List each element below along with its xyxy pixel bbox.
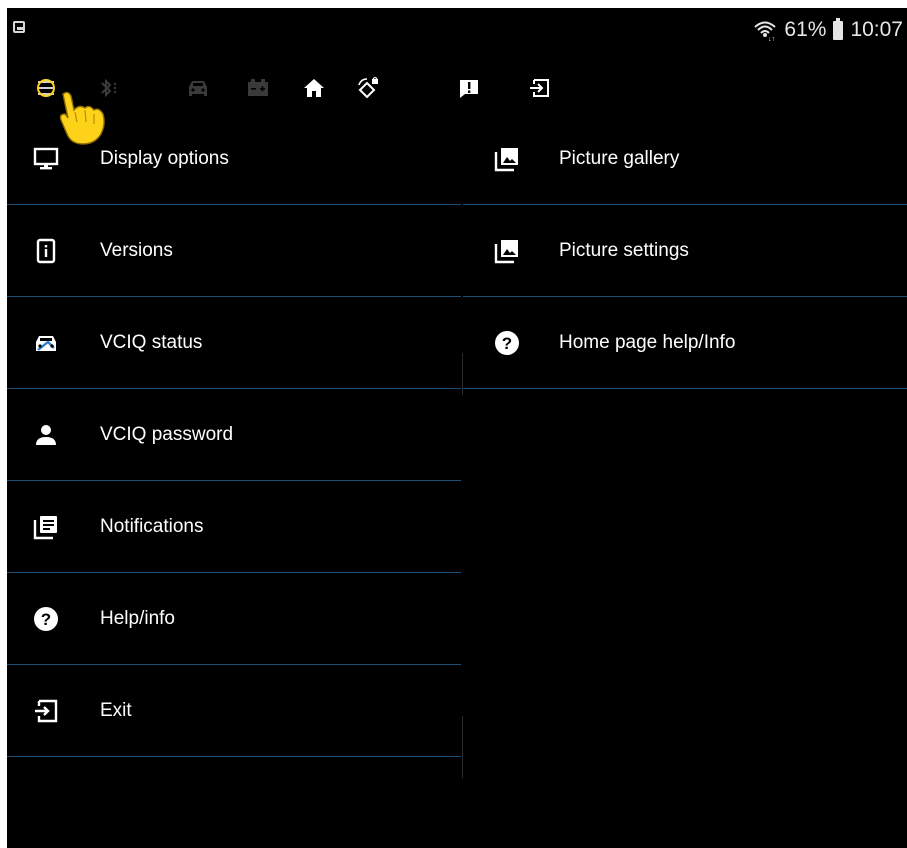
- menu-item-versions[interactable]: Versions: [7, 205, 461, 297]
- battery-percent: 61%: [784, 18, 827, 41]
- battery-button[interactable]: [241, 70, 275, 106]
- menu-left-column: Display options Versions VCIQ status VCI…: [7, 113, 461, 757]
- menu-item-exit[interactable]: Exit: [7, 665, 461, 757]
- picture-icon: [493, 145, 521, 173]
- battery-status-icon: [833, 17, 844, 40]
- exit-icon: [32, 697, 60, 725]
- home-icon: [304, 79, 324, 97]
- wifi-icon: ↓↑: [754, 21, 777, 41]
- status-right: ↓↑ 61% 10:07: [753, 17, 903, 42]
- menu-item-vciq-password[interactable]: VCIQ password: [7, 389, 461, 481]
- menu-item-label: Notifications: [100, 515, 204, 537]
- svg-text:?: ?: [41, 610, 51, 629]
- notifications-icon: [32, 513, 60, 541]
- toolbar: [7, 70, 907, 110]
- monitor-icon: [32, 145, 60, 173]
- rotate-lock-icon: [358, 76, 378, 99]
- alert-icon: [460, 80, 478, 98]
- column-divider: [462, 716, 463, 778]
- menu-item-label: Home page help/Info: [559, 331, 736, 353]
- menu-item-vciq-status[interactable]: VCIQ status: [7, 297, 461, 389]
- vehicle-status-icon: [32, 329, 60, 357]
- person-icon: [32, 421, 60, 449]
- menu-item-picture-gallery[interactable]: Picture gallery: [463, 113, 907, 205]
- exit-button-toolbar[interactable]: [523, 70, 557, 106]
- menu-item-notifications[interactable]: Notifications: [7, 481, 461, 573]
- menu-item-display-options[interactable]: Display options: [7, 113, 461, 205]
- column-divider: [462, 353, 463, 395]
- battery-icon: [248, 79, 268, 96]
- svg-text:?: ?: [502, 334, 512, 353]
- svg-text:↓↑: ↓↑: [768, 36, 775, 41]
- clock: 10:07: [850, 18, 903, 41]
- menu-item-label: Exit: [100, 699, 132, 721]
- menu-item-label: Help/info: [100, 607, 175, 629]
- menu-item-label: VCIQ password: [100, 423, 234, 445]
- home-button[interactable]: [297, 70, 331, 106]
- menu-right-column: Picture gallery Picture settings ? Home …: [463, 113, 907, 389]
- menu-item-help-info[interactable]: ? Help/info: [7, 573, 461, 665]
- menu-item-label: Versions: [100, 239, 173, 261]
- rotate-lock-button[interactable]: [351, 70, 385, 106]
- menu-item-label: Picture gallery: [559, 147, 680, 169]
- help-icon: ?: [493, 329, 521, 357]
- vehicle-button[interactable]: [181, 70, 215, 106]
- menu-item-label: Picture settings: [559, 239, 689, 261]
- menu-item-label: VCIQ status: [100, 331, 203, 353]
- picture-icon: [493, 237, 521, 265]
- exit-icon: [530, 79, 549, 97]
- app-screen: ↓↑ 61% 10:07 Display options Versions VC…: [7, 8, 907, 848]
- help-icon: ?: [32, 605, 60, 633]
- menu-item-label: Display options: [100, 147, 229, 169]
- menu-item-picture-settings[interactable]: Picture settings: [463, 205, 907, 297]
- notification-icon: [13, 21, 25, 33]
- vehicle-icon: [189, 81, 207, 96]
- status-bar: ↓↑ 61% 10:07: [7, 8, 907, 48]
- menu-item-home-page-help[interactable]: ? Home page help/Info: [463, 297, 907, 389]
- alert-button[interactable]: [452, 70, 486, 106]
- info-icon: [32, 237, 60, 265]
